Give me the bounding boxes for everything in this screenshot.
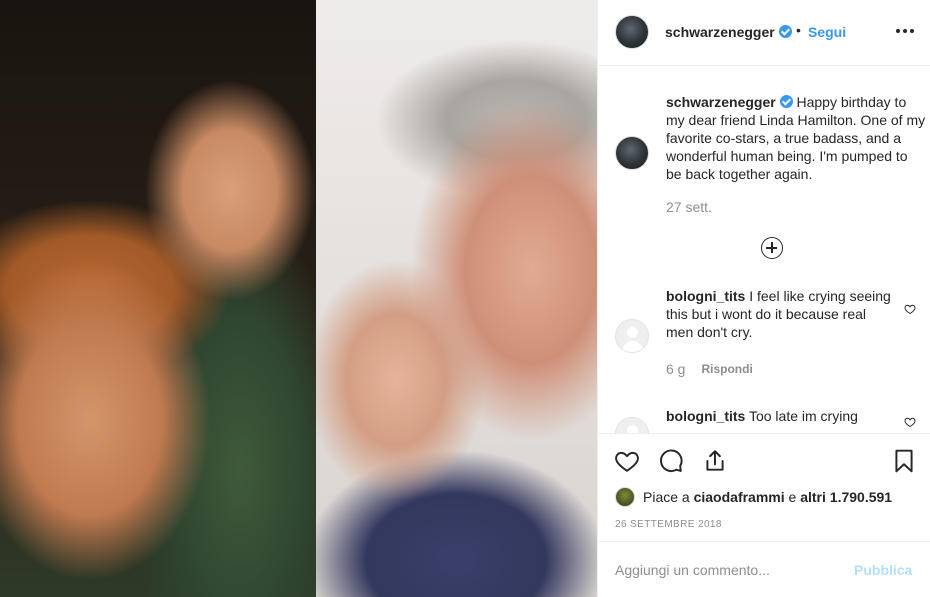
comment-input[interactable] <box>615 560 845 580</box>
likes-conjunction: e <box>788 489 797 505</box>
post-side-panel: schwarzenegger • Segui schwarzenegger Ha… <box>597 0 930 597</box>
photo-left-half-vintage <box>0 0 316 597</box>
author-avatar[interactable] <box>615 15 649 49</box>
comment-text-block: bologni_tits Too late im crying <box>666 407 896 425</box>
comment-icon[interactable] <box>658 448 684 474</box>
comment-username[interactable]: bologni_tits <box>666 408 745 424</box>
verified-badge-icon <box>779 95 793 108</box>
verified-badge-icon <box>779 25 792 38</box>
commenter-avatar[interactable] <box>615 417 649 433</box>
post-actions: Piace a ciaodaframmi e altri 1.790.591 2… <box>598 433 930 541</box>
likes-summary[interactable]: Piace a ciaodaframmi e altri 1.790.591 <box>615 487 892 507</box>
caption-timestamp[interactable]: 27 sett. <box>666 199 712 215</box>
comment-timestamp[interactable]: 6 g <box>666 361 685 377</box>
bookmark-icon[interactable] <box>891 448 917 474</box>
caption-username[interactable]: schwarzenegger <box>666 94 776 110</box>
likes-count[interactable]: altri 1.790.591 <box>800 489 892 505</box>
comment-meta: 6 g Rispondi <box>666 361 753 377</box>
header-separator: • <box>796 22 801 38</box>
liker-avatar[interactable] <box>615 487 635 507</box>
reply-button[interactable]: Rispondi <box>701 362 752 376</box>
comment-like-heart-icon[interactable] <box>904 416 916 428</box>
more-options-icon[interactable] <box>896 23 916 39</box>
caption-avatar[interactable] <box>615 136 649 170</box>
commenter-avatar[interactable] <box>615 319 649 353</box>
plus-circle-icon[interactable] <box>761 237 783 259</box>
comment-username[interactable]: bologni_tits <box>666 288 745 304</box>
comment-body: Too late im crying <box>748 408 858 424</box>
post-header: schwarzenegger • Segui <box>598 0 930 66</box>
caption-text-block: schwarzenegger Happy birthday to my dear… <box>666 93 926 183</box>
comments-list[interactable]: schwarzenegger Happy birthday to my dear… <box>598 67 930 433</box>
add-comment-form: Pubblica <box>598 541 930 597</box>
photo-right-half-selfie <box>316 0 597 597</box>
liker-username[interactable]: ciaodaframmi <box>694 489 785 505</box>
heart-icon[interactable] <box>614 448 640 474</box>
comment-text-block: bologni_tits I feel like crying seeing t… <box>666 287 896 341</box>
comment-like-heart-icon[interactable] <box>904 303 916 315</box>
follow-button[interactable]: Segui <box>808 24 846 40</box>
post-photo[interactable] <box>0 0 597 597</box>
share-icon[interactable] <box>702 448 728 474</box>
instagram-post: schwarzenegger • Segui schwarzenegger Ha… <box>0 0 930 597</box>
post-date[interactable]: 26 settembre 2018 <box>615 519 722 530</box>
author-username[interactable]: schwarzenegger <box>665 24 775 40</box>
likes-prefix: Piace a <box>643 489 690 505</box>
publish-button[interactable]: Pubblica <box>854 562 912 578</box>
